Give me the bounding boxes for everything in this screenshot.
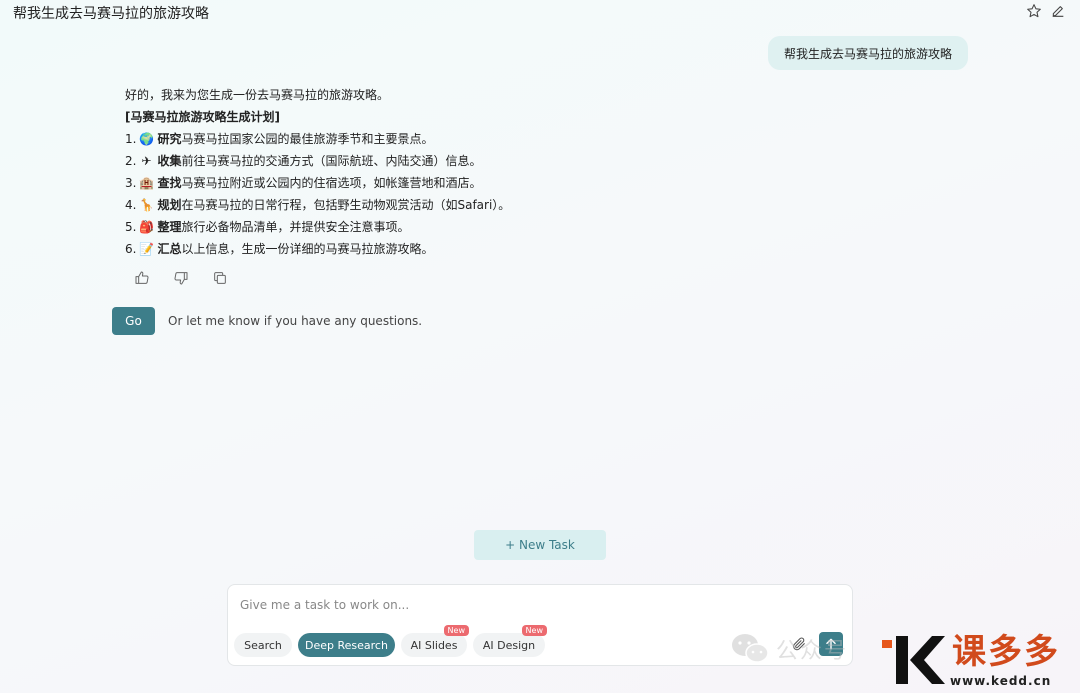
page-title: 帮我生成去马赛马拉的旅游攻略 <box>13 6 209 22</box>
step-number: 5. <box>125 220 137 234</box>
new-badge: New <box>521 625 547 636</box>
kedd-logo: 课多多 www.kedd.cn <box>880 632 1078 690</box>
ai-design-chip-wrap: AI Design New <box>473 625 547 657</box>
step-number: 2. <box>125 154 137 168</box>
logo-k-icon <box>882 636 945 684</box>
step-text: 以上信息，生成一份详细的马赛马拉旅游攻略。 <box>181 242 434 256</box>
ai-slides-chip[interactable]: AI Slides <box>401 633 467 657</box>
plan-step: 4. 🦒 规划在马赛马拉的日常行程，包括野生动物观赏活动（如Safari）。 <box>125 194 510 216</box>
step-number: 3. <box>125 176 137 190</box>
user-message-bubble: 帮我生成去马赛马拉的旅游攻略 <box>768 36 968 70</box>
plan-step: 2. ✈ 收集前往马赛马拉的交通方式（国际航班、内陆交通）信息。 <box>125 150 510 172</box>
ai-design-chip[interactable]: AI Design <box>473 633 545 657</box>
step-verb: 收集 <box>157 154 182 168</box>
assistant-reply: 好的，我来为您生成一份去马赛马拉的旅游攻略。 [马赛马拉旅游攻略生成计划] 1.… <box>125 84 510 260</box>
go-button[interactable]: Go <box>112 307 155 335</box>
thumbs-up-icon[interactable] <box>132 268 152 288</box>
step-verb: 查找 <box>157 176 182 190</box>
plan-step: 6. 📝 汇总以上信息，生成一份详细的马赛马拉旅游攻略。 <box>125 238 510 260</box>
step-text: 马赛马拉国家公园的最佳旅游季节和主要景点。 <box>181 132 434 146</box>
edit-icon[interactable] <box>1049 2 1067 20</box>
giraffe-icon: 🦒 <box>138 198 154 212</box>
plan-title: [马赛马拉旅游攻略生成计划] <box>125 110 280 124</box>
step-number: 6. <box>125 242 137 256</box>
wechat-icon <box>732 634 769 663</box>
new-task-button[interactable]: + New Task <box>474 530 606 560</box>
step-text: 前往马赛马拉的交通方式（国际航班、内陆交通）信息。 <box>181 154 482 168</box>
step-verb: 规划 <box>157 198 182 212</box>
wechat-watermark-text: 公众号 <box>776 639 849 664</box>
new-badge: New <box>443 625 469 636</box>
plan-step: 3. 🏨 查找马赛马拉附近或公园内的住宿选项，如帐篷营地和酒店。 <box>125 172 510 194</box>
backpack-icon: 🎒 <box>138 220 154 234</box>
thumbs-down-icon[interactable] <box>171 268 191 288</box>
top-bar: 帮我生成去马赛马拉的旅游攻略 <box>0 0 1080 26</box>
go-hint-text: Or let me know if you have any questions… <box>168 314 423 328</box>
wechat-watermark: 公众号 <box>730 632 848 666</box>
globe-icon: 🌍 <box>138 132 154 146</box>
star-icon[interactable] <box>1025 2 1043 20</box>
hotel-icon: 🏨 <box>138 176 154 190</box>
plan-step: 5. 🎒 整理旅行必备物品清单，并提供安全注意事项。 <box>125 216 510 238</box>
airplane-icon: ✈ <box>141 154 152 168</box>
step-text: 旅行必备物品清单，并提供安全注意事项。 <box>181 220 410 234</box>
deep-research-chip[interactable]: Deep Research <box>298 633 395 657</box>
reply-intro: 好的，我来为您生成一份去马赛马拉的旅游攻略。 <box>125 88 390 102</box>
ai-slides-chip-wrap: AI Slides New <box>401 625 469 657</box>
logo-url: www.kedd.cn <box>950 674 1052 688</box>
plan-step: 1. 🌍 研究马赛马拉国家公园的最佳旅游季节和主要景点。 <box>125 128 510 150</box>
task-input[interactable] <box>240 595 800 615</box>
copy-icon[interactable] <box>210 268 230 288</box>
step-verb: 整理 <box>157 220 182 234</box>
search-chip[interactable]: Search <box>234 633 292 657</box>
step-text: 马赛马拉附近或公园内的住宿选项，如帐篷营地和酒店。 <box>181 176 482 190</box>
memo-icon: 📝 <box>138 242 154 256</box>
step-verb: 汇总 <box>157 242 182 256</box>
step-verb: 研究 <box>157 132 182 146</box>
logo-text: 课多多 <box>952 632 1060 672</box>
step-text: 在马赛马拉的日常行程，包括野生动物观赏活动（如Safari）。 <box>181 198 511 212</box>
step-number: 1. <box>125 132 137 146</box>
step-number: 4. <box>125 198 137 212</box>
